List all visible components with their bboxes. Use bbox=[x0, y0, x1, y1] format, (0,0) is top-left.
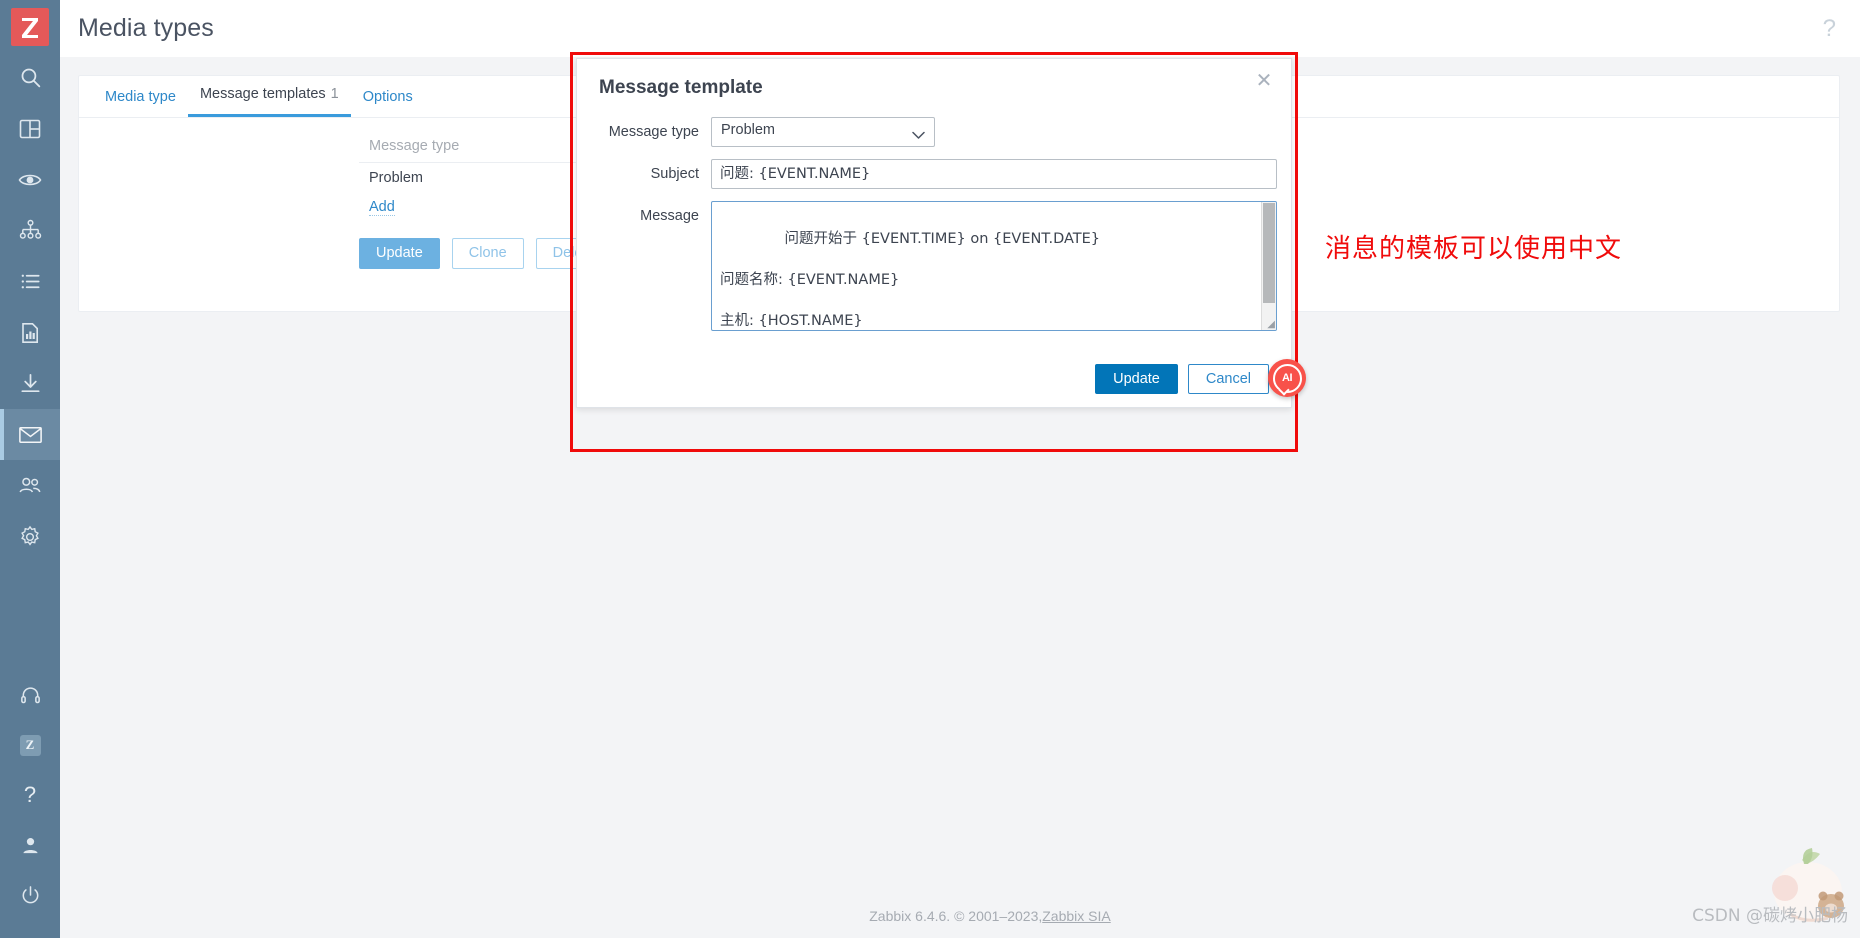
message-textarea-content: 问题开始于 {EVENT.TIME} on {EVENT.DATE} 问题名称:… bbox=[712, 202, 1262, 330]
sidebar-item-support[interactable] bbox=[0, 670, 60, 720]
message-line-3: 主机: {HOST.NAME} bbox=[720, 312, 863, 329]
csdn-watermark: CSDN @碳烤小肥杨 bbox=[1692, 901, 1848, 926]
annotation-text: 消息的模板可以使用中文 bbox=[1325, 234, 1623, 264]
tab-message-templates-label: Message templates bbox=[199, 86, 326, 102]
zabbix-z-icon: Z bbox=[19, 734, 41, 756]
message-line-2: 问题名称: {EVENT.NAME} bbox=[720, 271, 900, 288]
sidebar-item-reports[interactable] bbox=[0, 307, 60, 358]
sidebar-item-sign-out[interactable] bbox=[0, 870, 60, 920]
sidebar: Z ? bbox=[0, 0, 60, 938]
page-footer: Zabbix 6.4.6. © 2001–2023, Zabbix SIA bbox=[120, 894, 1860, 938]
column-header-message-type: Message type bbox=[359, 132, 583, 163]
zabbix-logo-icon[interactable] bbox=[11, 8, 49, 46]
message-textarea-scrollbar[interactable] bbox=[1261, 202, 1276, 330]
subject-label: Subject bbox=[650, 166, 699, 182]
ai-badge-icon: AI bbox=[1272, 363, 1302, 393]
message-type-label: Message type bbox=[608, 124, 699, 140]
cell-message-type: Problem bbox=[369, 170, 423, 186]
tab-options-label: Options bbox=[362, 89, 413, 105]
message-textarea[interactable]: 问题开始于 {EVENT.TIME} on {EVENT.DATE} 问题名称:… bbox=[711, 201, 1277, 331]
dialog-cancel-button[interactable]: Cancel bbox=[1187, 364, 1269, 394]
sidebar-item-data-collection[interactable] bbox=[0, 358, 60, 409]
add-message-template-link[interactable]: Add bbox=[369, 199, 395, 216]
page-title: Media types bbox=[78, 14, 214, 42]
message-template-dialog: Message template ✕ Message type Problem bbox=[576, 58, 1292, 408]
sidebar-item-monitoring[interactable] bbox=[0, 154, 60, 205]
dialog-footer: Update Cancel bbox=[577, 351, 1291, 407]
sidebar-item-integrations[interactable]: Z bbox=[0, 720, 60, 770]
sidebar-item-dashboards[interactable] bbox=[0, 103, 60, 154]
sidebar-item-user-settings[interactable] bbox=[0, 820, 60, 870]
dialog-header: Message template ✕ bbox=[577, 59, 1291, 117]
resize-grip-icon[interactable]: ◢ bbox=[1267, 320, 1275, 330]
message-type-value: Problem bbox=[721, 122, 775, 138]
tab-message-templates-count: 1 bbox=[330, 86, 339, 102]
subject-control: 问题: {EVENT.NAME} bbox=[711, 159, 1277, 189]
sidebar-item-alerts[interactable] bbox=[0, 409, 60, 460]
sidebar-item-users[interactable] bbox=[0, 460, 60, 511]
message-label: Message bbox=[640, 208, 699, 224]
help-icon[interactable]: ? bbox=[1823, 16, 1836, 41]
sidebar-item-administration[interactable] bbox=[0, 511, 60, 562]
footer-zabbix-sia-link[interactable]: Zabbix SIA bbox=[1042, 908, 1110, 924]
chevron-down-icon bbox=[912, 127, 925, 145]
field-row-message-type: Message type Problem bbox=[599, 117, 1269, 147]
ai-badge-label: AI bbox=[1282, 371, 1293, 384]
footer-version-text: Zabbix 6.4.6. © 2001–2023, bbox=[869, 908, 1043, 924]
message-line-1: 问题开始于 {EVENT.TIME} on {EVENT.DATE} bbox=[784, 230, 1101, 247]
field-row-subject: Subject 问题: {EVENT.NAME} bbox=[599, 159, 1277, 189]
sidebar-item-inventory[interactable] bbox=[0, 256, 60, 307]
dialog-body: Message type Problem Subject 问题: {EVENT.… bbox=[577, 117, 1291, 331]
sidebar-item-help[interactable]: ? bbox=[0, 770, 60, 820]
watermark-text: CSDN @碳烤小肥杨 bbox=[1692, 906, 1848, 926]
update-button[interactable]: Update bbox=[359, 238, 440, 269]
field-row-message: Message 问题开始于 {EVENT.TIME} on {EVENT.DAT… bbox=[599, 201, 1277, 331]
sidebar-item-services[interactable] bbox=[0, 205, 60, 256]
message-control: 问题开始于 {EVENT.TIME} on {EVENT.DATE} 问题名称:… bbox=[711, 201, 1277, 331]
sidebar-bottom-menu: Z ? bbox=[0, 670, 60, 938]
sidebar-item-search[interactable] bbox=[0, 52, 60, 103]
tab-media-type-label: Media type bbox=[105, 89, 176, 105]
ai-assistant-button[interactable]: AI bbox=[1268, 359, 1306, 397]
message-type-select[interactable]: Problem bbox=[711, 117, 935, 147]
question-icon: ? bbox=[23, 782, 37, 807]
page-header: Media types ? bbox=[60, 0, 1860, 58]
tab-media-type[interactable]: Media type bbox=[93, 77, 188, 117]
dialog-update-button[interactable]: Update bbox=[1095, 364, 1178, 394]
tab-options[interactable]: Options bbox=[351, 77, 425, 117]
dialog-title: Message template bbox=[599, 77, 763, 98]
subject-input[interactable]: 问题: {EVENT.NAME} bbox=[711, 159, 1277, 189]
tab-message-templates[interactable]: Message templates 1 bbox=[187, 74, 351, 117]
close-icon[interactable]: ✕ bbox=[1253, 71, 1275, 93]
scrollbar-thumb[interactable] bbox=[1263, 203, 1275, 303]
sidebar-main-menu bbox=[0, 52, 60, 562]
clone-button[interactable]: Clone bbox=[451, 238, 524, 269]
message-type-control: Problem bbox=[711, 117, 1269, 147]
zabbix-app-window: Z ? Media types ? Media type Message tem… bbox=[0, 0, 1860, 938]
